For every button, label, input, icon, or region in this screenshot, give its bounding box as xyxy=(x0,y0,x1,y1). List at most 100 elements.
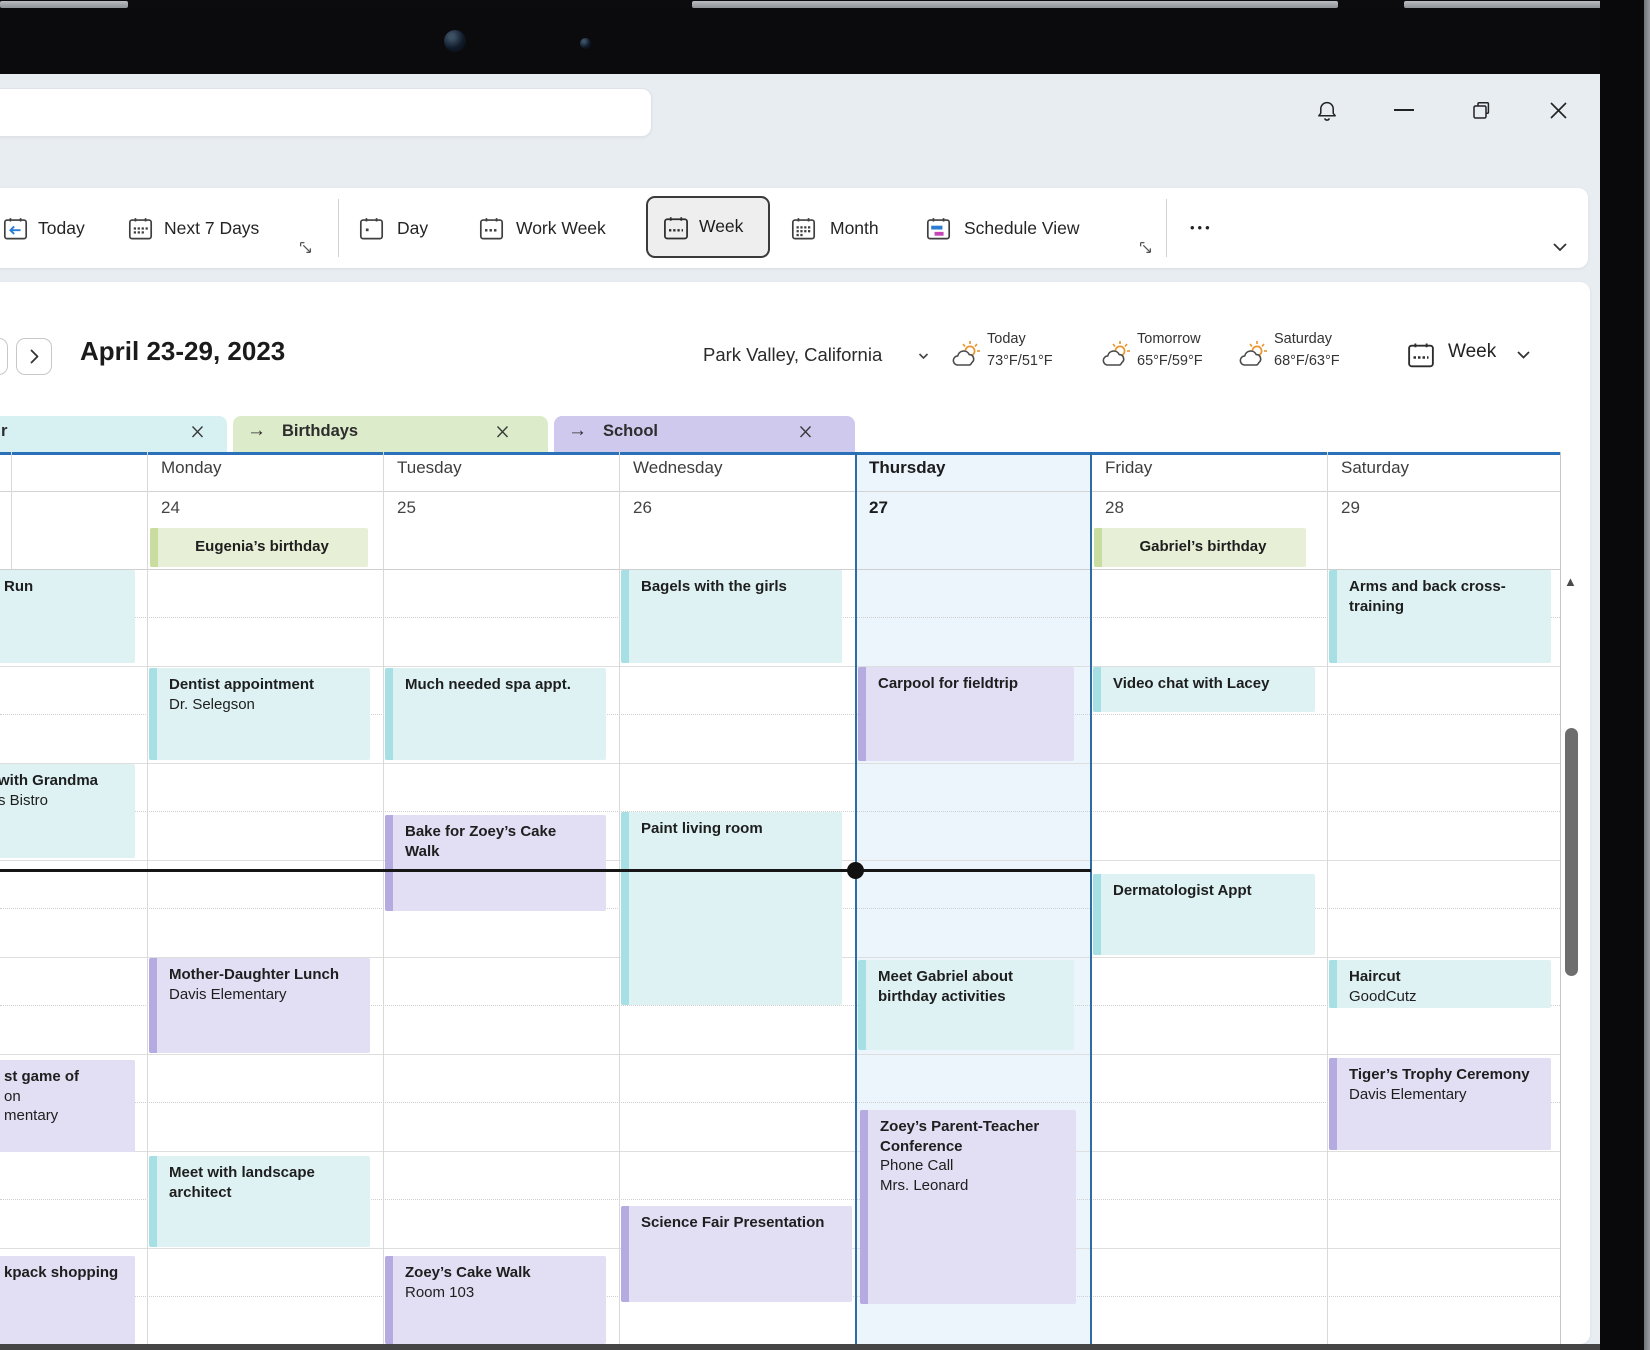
notifications-button[interactable] xyxy=(1315,99,1339,123)
grid-line xyxy=(0,1054,1560,1055)
current-time-line xyxy=(0,869,1091,872)
event-detail: Phone Call xyxy=(880,1156,1062,1176)
date-range-title: April 23-29, 2023 xyxy=(80,336,285,367)
event[interactable]: Mother-Daughter Lunch Davis Elementary xyxy=(149,958,370,1053)
all-day-event[interactable]: Gabriel’s birthday xyxy=(1094,528,1306,567)
weather-location-selector[interactable]: Park Valley, California xyxy=(703,344,882,366)
dialog-launcher-icon[interactable] xyxy=(1139,241,1152,254)
event[interactable]: Carpool for fieldtrip xyxy=(858,667,1074,761)
weather-temps: 65°F/59°F xyxy=(1137,352,1203,370)
event-detail: on xyxy=(4,1087,121,1107)
tab-birthdays[interactable]: → Birthdays xyxy=(233,416,548,452)
weather-day: Tomorrow xyxy=(1137,330,1201,348)
ribbon-collapse-button[interactable] xyxy=(1550,240,1570,254)
event-detail: s Bistro xyxy=(0,791,121,811)
column-border xyxy=(11,452,12,569)
close-icon[interactable] xyxy=(190,424,205,439)
scrollbar[interactable] xyxy=(1565,728,1578,976)
event-title: Run xyxy=(4,577,121,597)
event-title: Carpool for fieldtrip xyxy=(878,674,1060,694)
event[interactable]: Zoey’s Parent-Teacher Conference Phone C… xyxy=(860,1110,1076,1304)
minimize-button[interactable] xyxy=(1394,109,1414,111)
event[interactable]: Dermatologist Appt xyxy=(1093,874,1315,955)
day-view-button[interactable]: Day xyxy=(397,217,428,239)
close-icon xyxy=(1548,100,1569,121)
weather-temps: 68°F/63°F xyxy=(1274,352,1340,370)
day-date: 25 xyxy=(397,498,416,518)
event[interactable]: Dentist appointment Dr. Selegson xyxy=(149,668,370,760)
column-border xyxy=(619,452,620,1344)
event[interactable]: Bake for Zoey’s Cake Walk xyxy=(385,815,606,911)
caret-down-icon[interactable] xyxy=(918,352,929,360)
search-input[interactable] xyxy=(0,88,652,137)
schedule-view-button[interactable]: Schedule View xyxy=(964,217,1079,239)
prev-week-button[interactable] xyxy=(0,338,8,375)
day-header: Friday xyxy=(1105,458,1152,478)
half-hour-line xyxy=(0,1102,1560,1103)
all-day-event[interactable]: Eugenia’s birthday xyxy=(150,528,368,567)
event[interactable]: Haircut GoodCutz xyxy=(1329,960,1551,1008)
event-title: Science Fair Presentation xyxy=(641,1213,838,1233)
week-view-icon xyxy=(662,214,690,242)
event[interactable]: Video chat with Lacey xyxy=(1093,667,1315,712)
event[interactable]: Meet with landscape architect xyxy=(149,1156,370,1247)
event-title: Bagels with the girls xyxy=(641,577,828,597)
event[interactable]: with Grandma s Bistro xyxy=(0,764,135,858)
next-week-button[interactable] xyxy=(16,338,52,375)
event-title: Meet with landscape architect xyxy=(169,1163,356,1202)
event-detail: Mrs. Leonard xyxy=(880,1176,1062,1196)
event[interactable]: Meet Gabriel about birthday activities xyxy=(858,960,1074,1050)
current-time-dot xyxy=(847,862,864,879)
grid-top-accent xyxy=(0,452,1560,455)
grid-border xyxy=(1560,452,1561,1344)
month-view-button[interactable]: Month xyxy=(830,217,879,239)
next-7-days-button[interactable]: Next 7 Days xyxy=(164,217,259,239)
event[interactable]: kpack shopping xyxy=(0,1256,135,1344)
webcam-icon xyxy=(580,38,591,49)
restore-button[interactable] xyxy=(1470,99,1493,122)
view-selector[interactable]: Week xyxy=(1448,341,1496,363)
day-header: Wednesday xyxy=(633,458,722,478)
bell-icon xyxy=(1315,99,1339,123)
dialog-launcher-icon[interactable] xyxy=(299,241,312,254)
event-title: st game of xyxy=(4,1067,121,1087)
chevron-down-icon[interactable] xyxy=(1516,350,1531,360)
chevron-down-icon xyxy=(1550,240,1570,254)
week-view-button[interactable]: Week xyxy=(646,196,770,258)
toolbar-divider xyxy=(338,199,339,257)
scroll-up-arrow[interactable]: ▲ xyxy=(1564,574,1577,589)
grid-line xyxy=(0,666,1560,667)
event[interactable]: Much needed spa appt. xyxy=(385,668,606,760)
day-date: 26 xyxy=(633,498,652,518)
day-header: Monday xyxy=(161,458,221,478)
event[interactable]: Arms and back cross-training xyxy=(1329,570,1551,663)
tab-label: Birthdays xyxy=(282,422,358,441)
tab-school[interactable]: → School xyxy=(554,416,855,452)
close-icon[interactable] xyxy=(495,424,510,439)
event-title: with Grandma xyxy=(0,771,121,791)
day-view-icon xyxy=(358,215,385,242)
column-border xyxy=(147,452,148,1344)
event-title: Gabriel’s birthday xyxy=(1114,537,1292,557)
event[interactable]: Zoey’s Cake Walk Room 103 xyxy=(385,1256,606,1344)
calendar-icon xyxy=(1406,340,1436,370)
work-week-view-button[interactable]: Work Week xyxy=(516,217,606,239)
today-button[interactable]: Today xyxy=(38,217,85,239)
close-icon[interactable] xyxy=(798,424,813,439)
event-detail: Davis Elementary xyxy=(169,985,356,1005)
event-detail: GoodCutz xyxy=(1349,987,1537,1007)
more-options-button[interactable]: ••• xyxy=(1190,220,1213,235)
close-button[interactable] xyxy=(1548,100,1569,121)
event-title: Tiger’s Trophy Ceremony xyxy=(1349,1065,1537,1085)
event-title: Dentist appointment xyxy=(169,675,356,695)
event[interactable]: Science Fair Presentation xyxy=(621,1206,852,1302)
event[interactable]: Paint living room xyxy=(621,812,842,1005)
event[interactable]: Run xyxy=(0,570,135,663)
event-title: Zoey’s Parent-Teacher Conference xyxy=(880,1117,1062,1156)
event[interactable]: Tiger’s Trophy Ceremony Davis Elementary xyxy=(1329,1058,1551,1150)
grid-line xyxy=(0,491,1560,492)
tab-calendar[interactable]: r xyxy=(0,416,227,452)
event[interactable]: Bagels with the girls xyxy=(621,570,842,663)
event[interactable]: st game of on mentary xyxy=(0,1060,135,1152)
event-title: Mother-Daughter Lunch xyxy=(169,965,356,985)
